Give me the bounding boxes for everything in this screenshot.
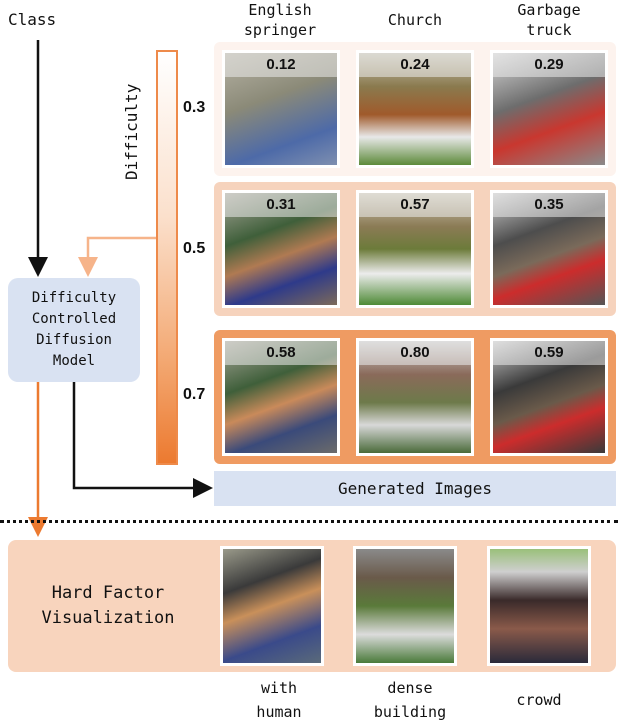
image-garbage-truck[interactable]: 0.29: [490, 50, 608, 168]
column-header-line: Garbage: [517, 1, 581, 19]
model-box-line: Model: [52, 353, 96, 369]
difficulty-score: 0.57: [359, 193, 471, 217]
difficulty-score: 0.29: [493, 53, 605, 77]
factor-label-line: crowd: [516, 691, 562, 709]
factor-label-line: human: [256, 703, 302, 721]
factor-label-line: building: [373, 703, 447, 721]
factor-label-line: dense: [387, 679, 433, 697]
hard-factor-image-crowd[interactable]: [487, 546, 591, 666]
column-header-line: English: [248, 1, 312, 19]
image-garbage-truck[interactable]: 0.35: [490, 190, 608, 308]
image-english-springer[interactable]: 0.12: [222, 50, 340, 168]
difficulty-score: 0.24: [359, 53, 471, 77]
factor-label-crowd: crowd: [484, 688, 594, 712]
difficulty-level-0-7: 0.7: [183, 386, 206, 403]
difficulty-score: 0.35: [493, 193, 605, 217]
difficulty-arrow: [78, 236, 157, 277]
model-box-line: Controlled: [31, 311, 117, 327]
hard-factor-title-line: Visualization: [41, 608, 175, 628]
factor-label-line: with: [260, 679, 298, 697]
image-english-springer[interactable]: 0.31: [222, 190, 340, 308]
generated-images-label: Generated Images: [214, 471, 616, 506]
difficulty-score: 0.31: [225, 193, 337, 217]
column-header-english-springer: English springer: [215, 0, 345, 40]
hard-factor-image-with-human[interactable]: [220, 546, 324, 666]
generated-row-difficulty-0-7: 0.58 0.80 0.59: [214, 330, 616, 464]
generated-row-difficulty-0-5: 0.31 0.57 0.35: [214, 182, 616, 316]
difficulty-level-0-3: 0.3: [183, 99, 206, 116]
image-church[interactable]: 0.24: [356, 50, 474, 168]
difficulty-level-0-5: 0.5: [183, 240, 206, 257]
class-label: Class: [8, 10, 57, 29]
model-box-line: Difficulty: [31, 290, 117, 306]
hard-factor-title-line: Hard Factor: [51, 583, 165, 603]
hard-factor-title: Hard Factor Visualization: [8, 540, 208, 672]
column-header-line: springer: [243, 21, 317, 39]
hard-factor-image-dense-building[interactable]: [353, 546, 457, 666]
difficulty-score: 0.80: [359, 341, 471, 365]
difficulty-score: 0.12: [225, 53, 337, 77]
image-garbage-truck[interactable]: 0.59: [490, 338, 608, 456]
difficulty-score: 0.58: [225, 341, 337, 365]
factor-label-dense-building: dense building: [355, 676, 465, 724]
difficulty-gradient-bar: [156, 50, 178, 465]
column-header-garbage-truck: Garbage truck: [484, 0, 614, 40]
generated-row-difficulty-0-3: 0.12 0.24 0.29: [214, 42, 616, 176]
diffusion-model-box: Difficulty Controlled Diffusion Model: [8, 278, 140, 382]
image-english-springer[interactable]: 0.58: [222, 338, 340, 456]
factor-label-with-human: with human: [224, 676, 334, 724]
model-box-line: Diffusion: [36, 332, 112, 348]
column-header-line: truck: [526, 21, 572, 39]
difficulty-score: 0.59: [493, 341, 605, 365]
column-header-church: Church: [350, 10, 480, 30]
section-divider: [0, 520, 618, 523]
column-header-line: Church: [387, 11, 443, 29]
image-church[interactable]: 0.57: [356, 190, 474, 308]
image-church[interactable]: 0.80: [356, 338, 474, 456]
